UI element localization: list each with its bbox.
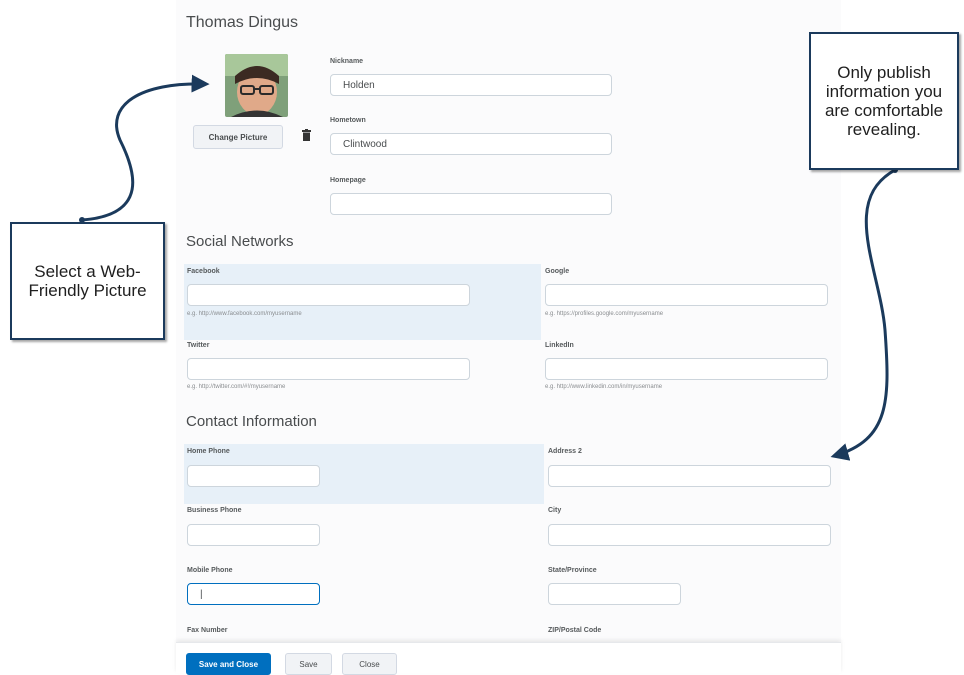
privacy-callout: Only publish information you are comfort… xyxy=(809,32,959,170)
select-picture-callout: Select a Web-Friendly Picture xyxy=(10,222,165,340)
